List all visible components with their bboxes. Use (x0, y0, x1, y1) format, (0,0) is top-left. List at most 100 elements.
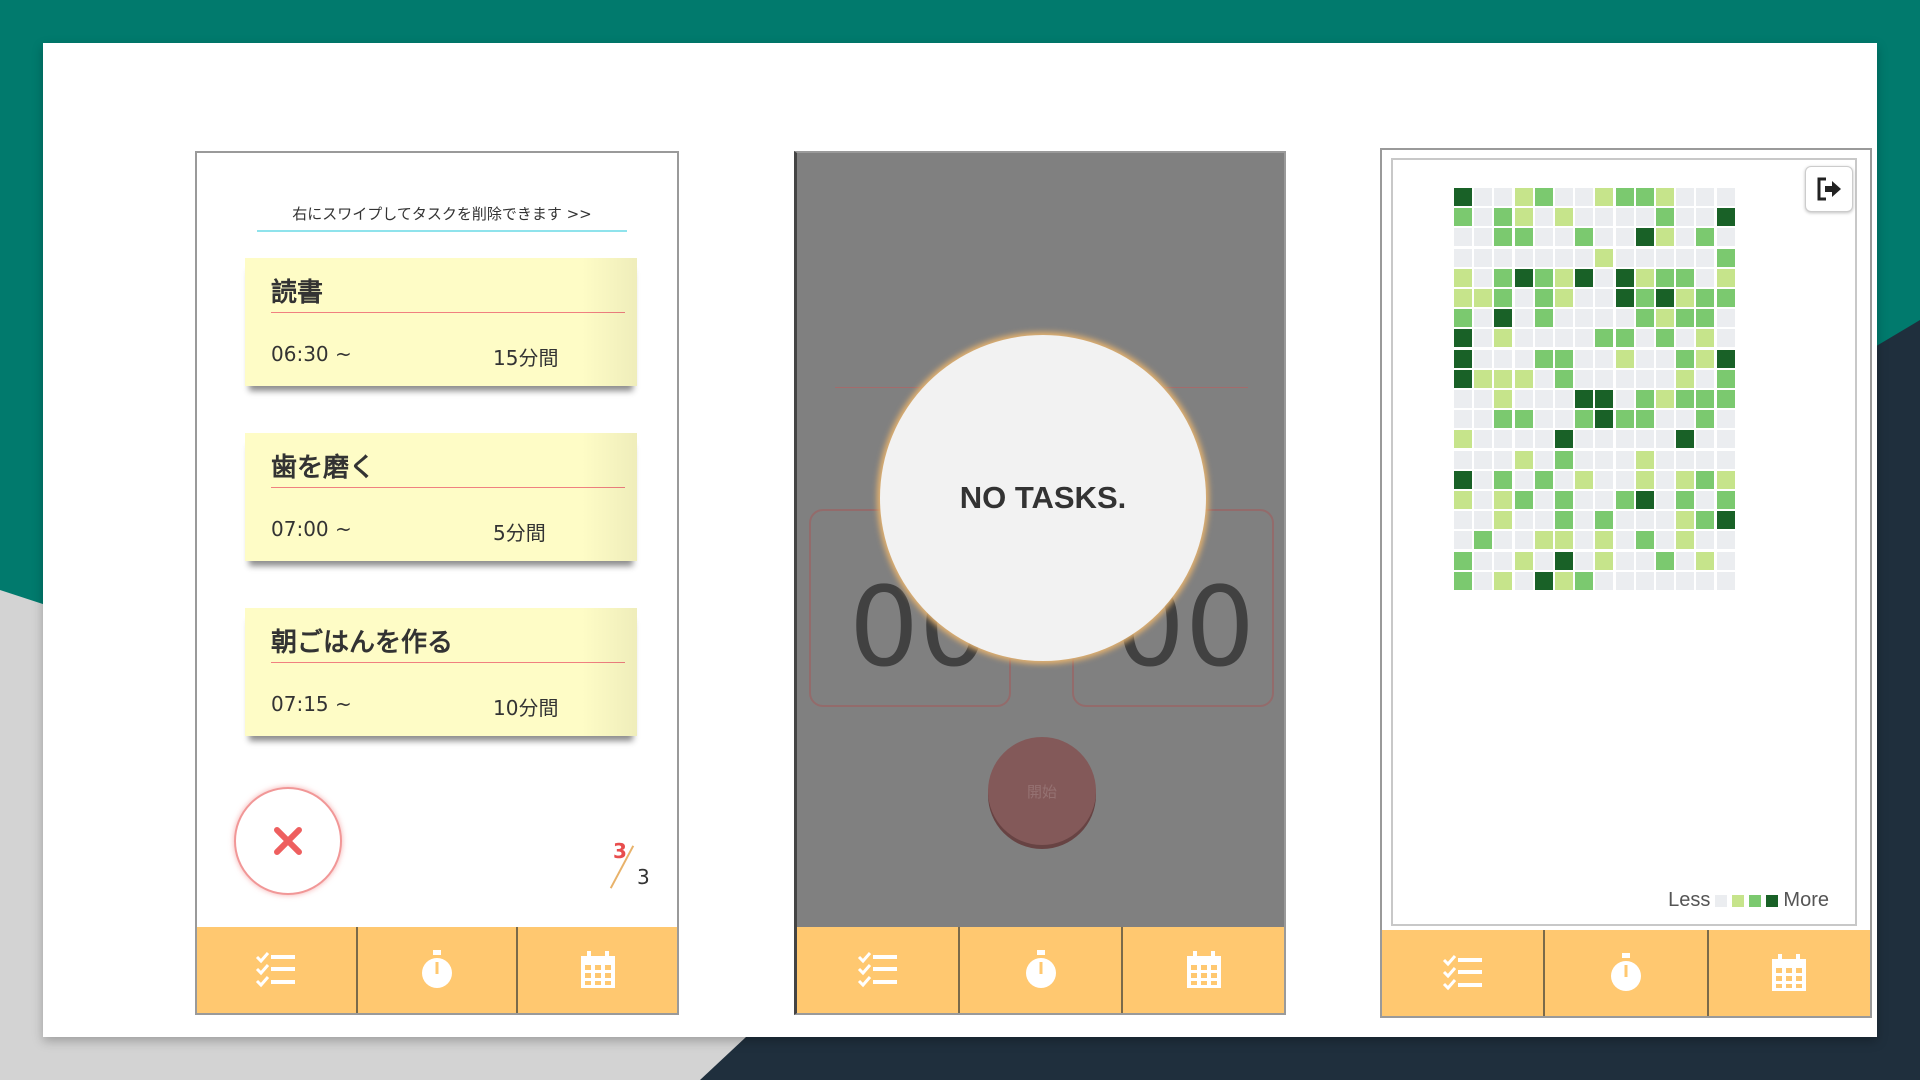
nav-calendar-button[interactable] (518, 927, 677, 1013)
heatmap-cell (1615, 470, 1634, 489)
heatmap-cell (1656, 228, 1674, 247)
heatmap-cell (1454, 390, 1472, 408)
task-title: 読書 (271, 278, 324, 308)
heatmap-cell (1635, 188, 1654, 206)
bottom-navbar (797, 927, 1284, 1013)
heatmap-cell (1716, 571, 1735, 590)
heatmap-cell (1615, 309, 1634, 328)
heatmap-cell (1555, 268, 1573, 287)
heatmap-cell (1635, 531, 1654, 550)
heatmap-cell (1555, 289, 1573, 307)
heatmap-cell (1696, 390, 1715, 408)
nav-tasks-button[interactable] (797, 927, 960, 1013)
heatmap-cell (1656, 188, 1674, 206)
heatmap-cell (1534, 511, 1553, 530)
heatmap-cell (1514, 450, 1533, 469)
task-time: 07:00 ~ (271, 517, 352, 541)
stopwatch-icon (1610, 953, 1641, 991)
task-card[interactable]: 読書 06:30 ~ 15分間 (245, 258, 637, 386)
heatmap-cell (1474, 450, 1493, 469)
heatmap-cell (1494, 511, 1513, 530)
heatmap-cell (1635, 410, 1654, 429)
heatmap-cell (1716, 228, 1735, 247)
nav-tasks-button[interactable] (1382, 930, 1546, 1016)
heatmap-cell (1534, 390, 1553, 408)
heatmap-cell (1716, 470, 1735, 489)
heatmap-cell (1676, 369, 1695, 388)
heatmap-cell (1454, 268, 1472, 287)
heatmap-cell (1615, 511, 1634, 530)
heatmap-cell (1575, 571, 1594, 590)
heatmap-cell (1656, 410, 1674, 429)
heatmap-cell (1534, 208, 1553, 227)
heatmap-cell (1494, 450, 1513, 469)
close-button[interactable] (234, 787, 342, 895)
nav-tasks-button[interactable] (197, 927, 358, 1013)
nav-timer-button[interactable] (358, 927, 519, 1013)
heatmap-cell (1514, 289, 1533, 307)
heatmap-cell (1575, 208, 1594, 227)
nav-timer-button[interactable] (1545, 930, 1709, 1016)
heatmap-cell (1595, 309, 1614, 328)
heatmap-cell (1494, 410, 1513, 429)
heatmap-cell (1696, 289, 1715, 307)
heatmap-cell (1494, 551, 1513, 570)
heatmap-cell (1656, 491, 1674, 509)
heatmap-cell (1595, 349, 1614, 368)
heatmap-cell (1534, 349, 1553, 368)
heatmap-panel: Less More (1391, 158, 1857, 926)
heatmap-cell (1555, 450, 1573, 469)
heatmap-cell (1656, 289, 1674, 307)
heatmap-cell (1514, 248, 1533, 267)
heatmap-cell (1454, 188, 1472, 206)
heatmap-cell (1635, 289, 1654, 307)
heatmap-cell (1595, 430, 1614, 449)
calendar-icon (1772, 954, 1807, 991)
heatmap-cell (1474, 531, 1493, 550)
heatmap-cell (1635, 228, 1654, 247)
heatmap-cell (1716, 309, 1735, 328)
heatmap-cell (1676, 248, 1695, 267)
heatmap-cell (1534, 369, 1553, 388)
heatmap-cell (1635, 491, 1654, 509)
heatmap-cell (1716, 491, 1735, 509)
heatmap-cell (1696, 329, 1715, 348)
heatmap-cell (1534, 450, 1553, 469)
stopwatch-icon (1025, 950, 1056, 988)
heatmap-cell (1514, 329, 1533, 348)
heatmap-cell (1615, 228, 1634, 247)
heatmap-cell (1595, 329, 1614, 348)
nav-calendar-button[interactable] (1123, 927, 1284, 1013)
heatmap-legend: Less More (1668, 889, 1829, 912)
heatmap-cell (1494, 268, 1513, 287)
heatmap-cell (1514, 369, 1533, 388)
task-card[interactable]: 歯を磨く 07:00 ~ 5分間 (245, 433, 637, 561)
bottom-navbar (1382, 930, 1870, 1016)
legend-level-2 (1749, 894, 1762, 907)
heatmap-cell (1494, 491, 1513, 509)
heatmap-cell (1454, 551, 1472, 570)
heatmap-cell (1494, 531, 1513, 550)
nav-timer-button[interactable] (960, 927, 1123, 1013)
heatmap-cell (1514, 430, 1533, 449)
heatmap-cell (1575, 349, 1594, 368)
heatmap-cell (1656, 208, 1674, 227)
heatmap-cell (1635, 390, 1654, 408)
heatmap-cell (1474, 329, 1493, 348)
nav-calendar-button[interactable] (1709, 930, 1870, 1016)
heatmap-cell (1716, 248, 1735, 267)
heatmap-cell (1454, 329, 1472, 348)
heatmap-cell (1474, 491, 1493, 509)
logout-button[interactable] (1805, 166, 1853, 212)
heatmap-cell (1615, 369, 1634, 388)
heatmap-cell (1454, 228, 1472, 247)
heatmap-cell (1555, 329, 1573, 348)
heatmap-cell (1454, 309, 1472, 328)
heatmap-cell (1716, 329, 1735, 348)
heatmap-cell (1595, 551, 1614, 570)
heatmap-cell (1656, 470, 1674, 489)
heatmap-cell (1514, 410, 1533, 429)
heatmap-cell (1716, 188, 1735, 206)
legend-level-4 (1766, 894, 1779, 907)
task-card[interactable]: 朝ごはんを作る 07:15 ~ 10分間 (245, 608, 637, 736)
